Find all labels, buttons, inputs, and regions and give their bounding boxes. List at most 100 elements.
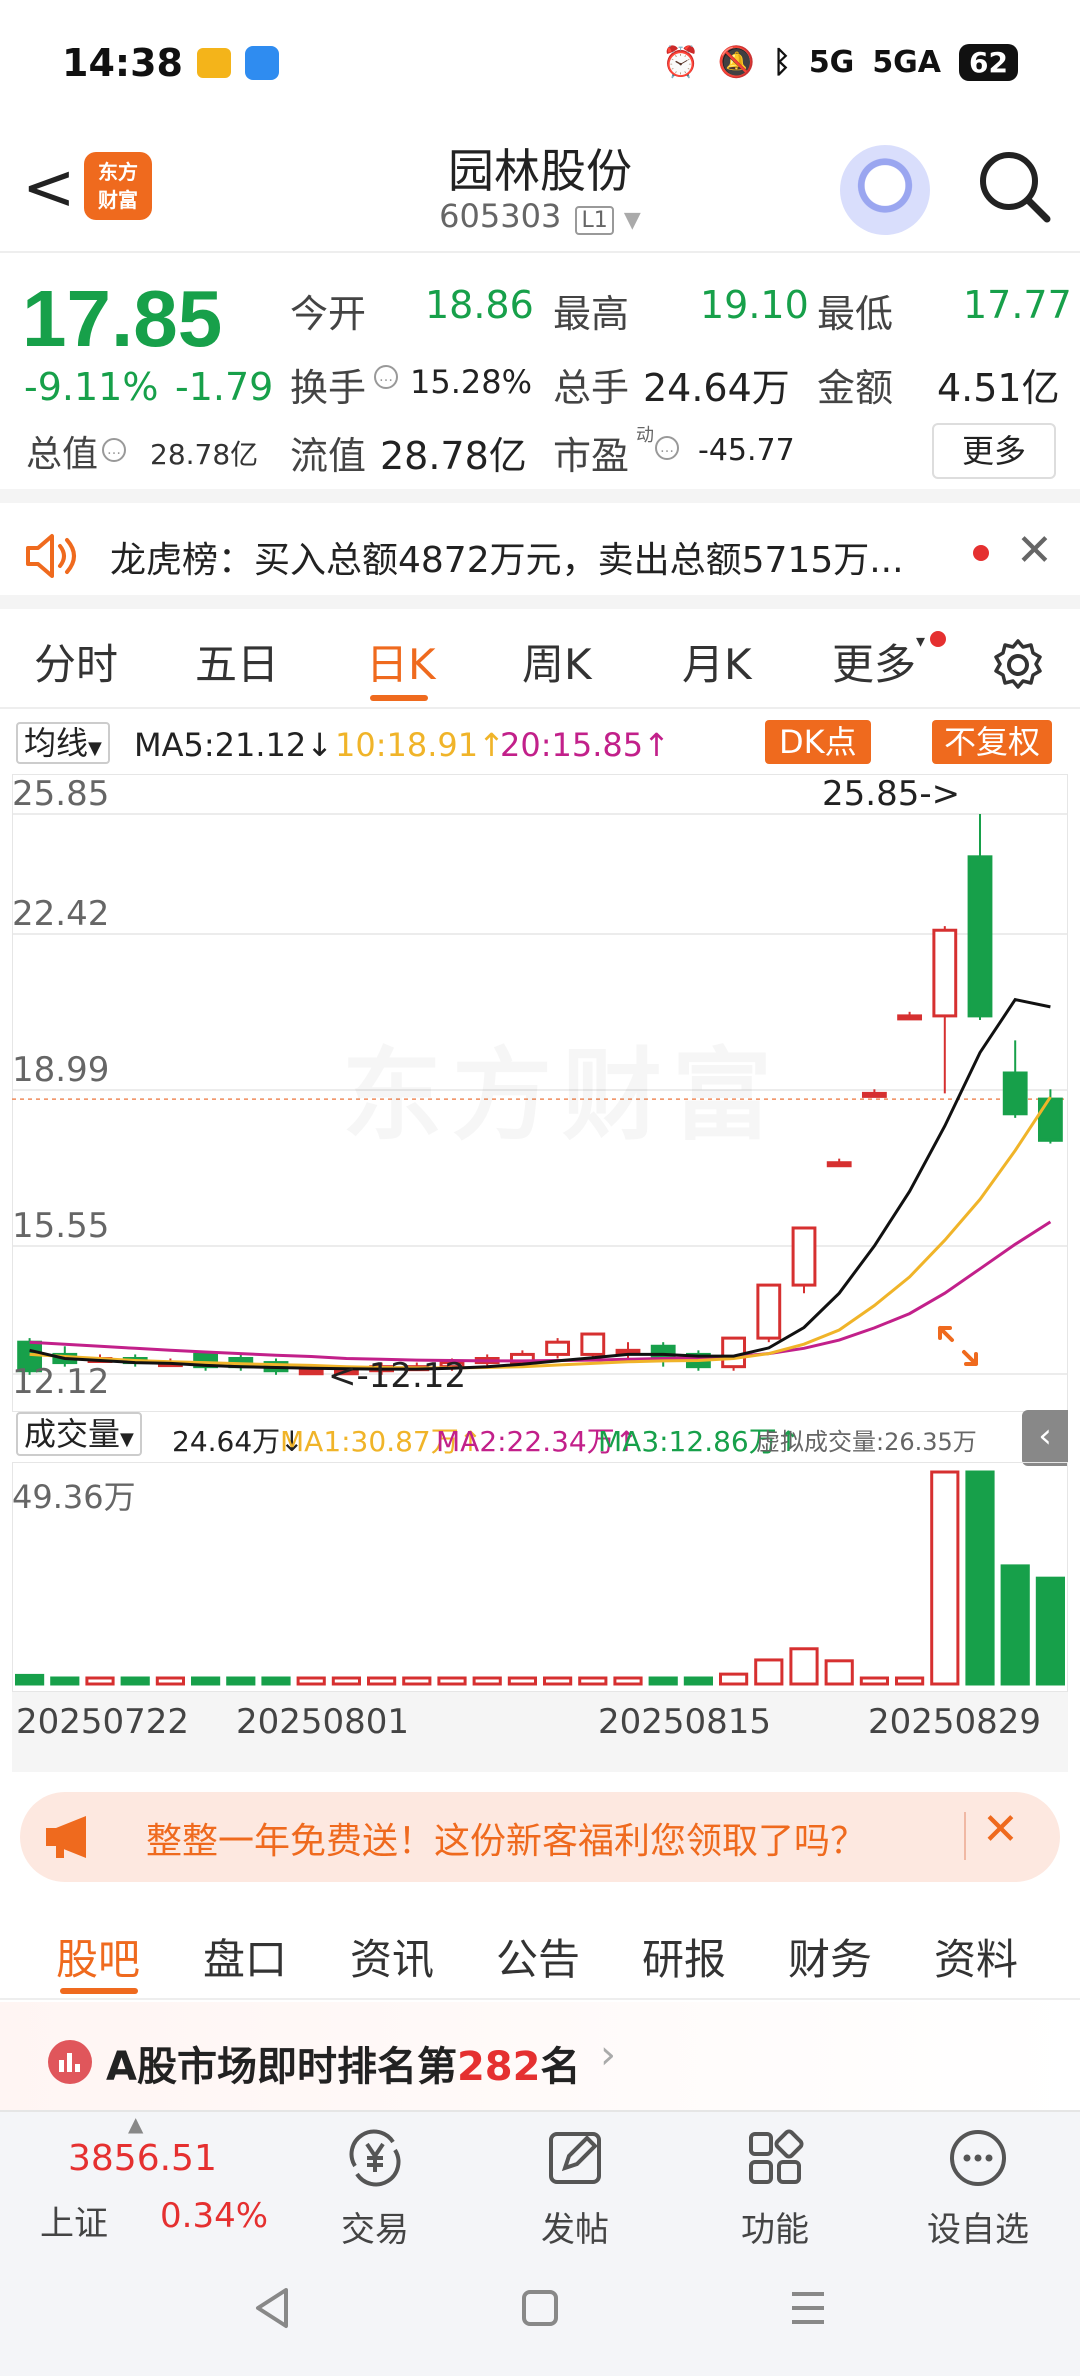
candle-body — [1037, 1097, 1063, 1142]
trade-button[interactable]: 交易 — [295, 2112, 455, 2250]
compose-icon — [549, 2132, 601, 2184]
post-button[interactable]: 发帖 — [495, 2112, 655, 2250]
caret-up-icon: ▲ — [128, 2112, 144, 2136]
nav-back-icon[interactable] — [252, 2286, 292, 2330]
tab-research[interactable]: 研报 — [642, 1926, 726, 1987]
settings-gear-icon[interactable] — [990, 637, 1046, 693]
signal-5g-icon: 5G — [808, 45, 855, 80]
post-label: 发帖 — [541, 2210, 609, 2250]
more-quote-button[interactable]: 更多 — [932, 423, 1056, 479]
float-cap-value: 28.78亿 — [380, 434, 527, 478]
active-tab-indicator — [370, 695, 428, 701]
tab-more-label: 更多 — [832, 640, 917, 689]
function-button[interactable]: 功能 — [695, 2112, 855, 2250]
volume-bar — [155, 1676, 185, 1686]
volume-bar — [895, 1676, 925, 1686]
caret-down-icon: ▾ — [916, 631, 926, 652]
candle-body — [721, 1336, 747, 1369]
tab-five-day[interactable]: 五日 — [195, 631, 279, 692]
search-icon[interactable] — [975, 147, 1055, 227]
virtual-volume: 虚拟成交量:26.35万 — [756, 1428, 977, 1456]
info-icon[interactable]: … — [655, 436, 679, 460]
rank-chart-icon — [48, 2040, 92, 2084]
add-watchlist-button[interactable]: 设自选 — [898, 2112, 1058, 2250]
notice-text: 龙虎榜：买入总额4872万元，卖出总额5715万... — [110, 540, 904, 581]
change-amount: -1.79 — [175, 365, 274, 409]
nav-home-icon[interactable] — [520, 2288, 560, 2328]
candle-body — [932, 928, 958, 1018]
notification-app-icon — [196, 47, 231, 78]
logo-line-1: 东方 — [98, 160, 138, 184]
volume-chart: 49.36万 — [11, 1461, 1069, 1693]
market-cap-label: 总值 — [26, 434, 99, 475]
tab-finance[interactable]: 财务 — [788, 1926, 872, 1987]
active-tab-indicator — [60, 1988, 138, 1994]
eastmoney-logo[interactable]: 东方 财富 — [84, 152, 152, 220]
indicator-selector[interactable]: 成交量▼ — [16, 1412, 142, 1456]
mute-icon: 🔕 — [717, 45, 755, 80]
volume-bar — [507, 1676, 537, 1686]
volume-axis-max: 49.36万 — [12, 1478, 136, 1516]
change-percent: -9.11% — [24, 365, 159, 409]
pe-value: -45.77 — [698, 433, 795, 468]
tab-weekly-k[interactable]: 周K — [522, 631, 592, 692]
no-adjust-button[interactable]: 不复权 — [932, 720, 1053, 764]
tab-news[interactable]: 资讯 — [350, 1926, 434, 1987]
tab-intraday[interactable]: 分时 — [34, 631, 118, 692]
dragon-tiger-notice[interactable]: 龙虎榜：买入总额4872万元，卖出总额5715万... ✕ — [0, 503, 1080, 609]
volume-svg — [11, 1461, 1069, 1693]
promo-banner[interactable]: 整整一年免费送！这份新客福利您领取了吗？ ✕ — [20, 1792, 1060, 1882]
index-ticker[interactable]: ▲ 3856.51 上证 0.34% — [0, 2112, 300, 2248]
rank-number: 282 — [456, 2044, 541, 2090]
watermark: 东方财富 — [342, 1014, 782, 1159]
close-icon[interactable]: ✕ — [1016, 525, 1053, 576]
assistant-robot-icon[interactable] — [840, 145, 930, 235]
nav-menu-icon[interactable] — [788, 2288, 828, 2328]
chart-period-tabs: 分时 五日 日K 周K 月K 更多▾ — [0, 609, 1080, 709]
volume-bar — [1035, 1576, 1065, 1686]
yen-exchange-icon — [349, 2129, 401, 2187]
alarm-icon: ⏰ — [662, 45, 700, 80]
volume-bar — [613, 1676, 643, 1686]
tab-guba[interactable]: 股吧 — [56, 1926, 140, 1987]
pe-label: 市盈 — [553, 434, 630, 478]
close-icon[interactable]: ✕ — [982, 1804, 1019, 1855]
rank-suffix: 名 — [540, 2044, 581, 2090]
info-icon[interactable]: … — [102, 438, 126, 462]
market-rank-row[interactable]: A股市场即时排名第282名 › — [0, 2002, 1080, 2110]
high-label: 最高 — [553, 292, 630, 336]
back-button[interactable]: < — [22, 153, 82, 223]
candle-body — [897, 1014, 923, 1021]
volume-bar — [965, 1470, 995, 1686]
candle-body — [791, 1226, 817, 1287]
info-icon[interactable]: … — [374, 365, 398, 389]
price-axis-label: 18.99 — [12, 1050, 110, 1090]
trade-label: 交易 — [341, 2210, 409, 2250]
low-label: 最低 — [817, 292, 894, 336]
tab-profile[interactable]: 资料 — [934, 1926, 1018, 1987]
collapse-panel-button[interactable]: ‹ — [1022, 1410, 1068, 1466]
watchlist-label: 设自选 — [927, 2210, 1029, 2250]
tab-announcements[interactable]: 公告 — [496, 1926, 580, 1987]
ma-selector[interactable]: 均线▼ — [16, 722, 110, 764]
pe-sup: 动 — [636, 425, 654, 446]
volume-bar — [1000, 1564, 1030, 1686]
tab-pankou[interactable]: 盘口 — [203, 1926, 287, 1987]
price-axis-label: 22.42 — [12, 894, 110, 934]
tab-monthly-k[interactable]: 月K — [682, 631, 752, 692]
volume-bar — [296, 1676, 326, 1686]
open-value: 18.86 — [425, 283, 534, 327]
tab-more[interactable]: 更多▾ — [832, 631, 925, 692]
volume-legend: 成交量▼ 24.64万↓ MA1:30.87万↑ MA2:22.34万↑ MA3… — [0, 1410, 1080, 1466]
kline-chart[interactable]: 25.85 22.42 18.99 15.55 12.12 25.85-> <-… — [11, 773, 1069, 1413]
function-label: 功能 — [741, 2210, 809, 2250]
candle-body — [298, 1369, 324, 1376]
chevron-down-icon: ▼ — [623, 208, 641, 233]
date-axis: 20250722 20250801 20250815 20250829 — [12, 1692, 1068, 1772]
dk-point-button[interactable]: DK点 — [765, 720, 871, 764]
index-change: 0.34% — [160, 2196, 269, 2236]
expand-icon[interactable] — [936, 1324, 980, 1368]
tab-daily-k[interactable]: 日K — [366, 631, 436, 692]
stock-code-selector[interactable]: 605303 L1 ▼ — [340, 197, 740, 235]
rank-text: A股市场即时排名第282名 — [106, 2034, 580, 2092]
